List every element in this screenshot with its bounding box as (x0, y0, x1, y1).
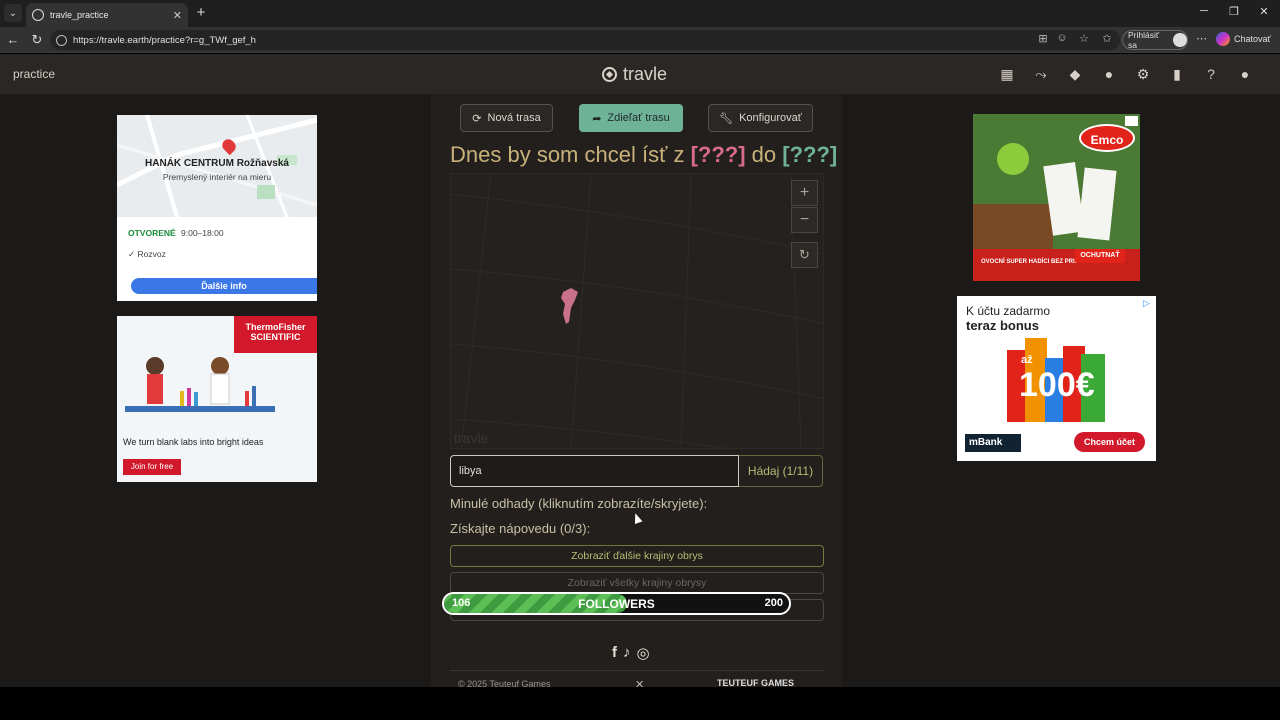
hints-title: Získajte nápovedu (0/3): (450, 521, 591, 536)
gear-icon[interactable]: ⚙ (1135, 66, 1151, 82)
tiktok-icon[interactable]: ♪ (623, 644, 631, 662)
route-map[interactable]: + − ↻ travle (450, 173, 824, 449)
compass-favicon-icon (32, 9, 44, 21)
signin-label: Prihlásiť sa (1128, 30, 1160, 50)
browser-tab-bar: ⌄ travle_practice ✕ + ─ ❐ ✕ (0, 0, 1280, 27)
close-window-icon[interactable]: ✕ (1256, 5, 1272, 18)
refresh-icon: ⟳ (472, 112, 482, 125)
ad-tagline: We turn blank labs into bright ideas (123, 437, 264, 447)
ad-emco-logo: Emco (1079, 124, 1135, 152)
copilot-icon (1216, 32, 1230, 46)
ad-thermofisher[interactable]: ThermoFisher SCIENTIFIC We turn blank la… (117, 316, 317, 482)
calendar-icon[interactable]: ▦ (999, 66, 1015, 82)
past-guesses-toggle[interactable]: Minulé odhady (kliknutím zobrazíte/skryj… (450, 496, 707, 511)
share-arrow-icon: ➦ (592, 112, 602, 125)
tab-list-button[interactable]: ⌄ (4, 4, 22, 22)
ad-lab-illustration (125, 357, 275, 412)
map-watermark: travle (454, 430, 489, 446)
headline-middle: do (751, 142, 777, 167)
social-links: f ♪ ◎ (612, 644, 650, 662)
ad-mbank-cta[interactable]: Chcem účet (1074, 432, 1145, 452)
configure-label: Konfigurovať (739, 112, 802, 124)
destination-country-placeholder: [???] (782, 142, 838, 167)
signin-button[interactable]: Prihlásiť sa (1122, 30, 1188, 50)
zoom-in-button[interactable]: + (791, 180, 818, 206)
close-tab-icon[interactable]: ✕ (173, 9, 182, 22)
ad-mbank-amount: 100€ (1019, 366, 1095, 404)
guess-input[interactable]: libya (450, 455, 739, 487)
copilot-button[interactable]: Chatovať (1216, 32, 1271, 46)
ad-hanak-centrum[interactable]: HANÁK CENTRUM Rožňavská Premyslený inter… (117, 115, 317, 301)
instagram-icon[interactable]: ◎ (637, 644, 650, 662)
ad-delivery-feature: ✓ Rozvoz (128, 249, 166, 259)
address-bar: ← ↻ https://travle.earth/practice?r=g_TW… (0, 27, 1280, 53)
ad-more-info-button[interactable]: Ďalšie info (131, 278, 317, 294)
maximize-icon[interactable]: ❐ (1226, 5, 1242, 18)
user-icon[interactable]: ● (1237, 66, 1253, 82)
ad-info-icon[interactable]: ▷ (1143, 298, 1155, 308)
origin-country-placeholder: [???] (690, 142, 746, 167)
minimize-icon[interactable]: ─ (1196, 5, 1212, 17)
gamepad-icon[interactable]: ● (1101, 66, 1117, 82)
followers-label: FOLLOWERS (578, 597, 655, 611)
browser-tab[interactable]: travle_practice ✕ (26, 3, 188, 27)
zoom-out-button[interactable]: − (791, 207, 818, 233)
graduation-cap-icon[interactable]: ◆ (1067, 66, 1083, 82)
reader-icon[interactable]: ☺ (1055, 32, 1069, 44)
followers-goal: 200 (764, 597, 783, 609)
ad-mbank-logo: mBank (965, 434, 1021, 452)
reset-map-button[interactable]: ↻ (791, 242, 818, 268)
ad-business-name: HANÁK CENTRUM Rožňavská (145, 158, 289, 169)
ad-emco-cta[interactable]: OCHUTNAŤ (1075, 249, 1125, 263)
url-field[interactable]: https://travle.earth/practice?r=g_TWf_ge… (50, 30, 1120, 50)
ad-info-icon[interactable] (1125, 116, 1138, 126)
more-options-icon[interactable]: ⋯ (1196, 32, 1207, 45)
profile-avatar-icon (1173, 33, 1187, 47)
bar-chart-icon[interactable]: ▮ (1169, 66, 1185, 82)
new-route-button[interactable]: ⟳ Nová trasa (460, 104, 553, 132)
compass-icon (602, 67, 617, 82)
facebook-icon[interactable]: f (612, 644, 617, 662)
configure-button[interactable]: 🔧︎ Konfigurovať (708, 104, 813, 132)
route-icon[interactable]: ⤳ (1033, 66, 1049, 82)
headline-prefix: Dnes by som chcel ísť z (450, 142, 685, 167)
back-icon[interactable]: ← (5, 32, 21, 47)
taskbar (0, 687, 1280, 720)
reload-icon[interactable]: ↻ (29, 32, 45, 48)
country-outline-shape (561, 288, 578, 324)
wrench-icon: 🔧︎ (719, 112, 734, 125)
site-info-icon[interactable] (56, 34, 67, 46)
ad-business-subtitle: Premyslený interiér na mieru (162, 172, 272, 182)
ad-emco[interactable]: Emco OVOCNÍ SUPER HADÍCI BEZ PRIDANÉHO C… (973, 114, 1140, 281)
url-text: https://travle.earth/practice?r=g_TWf_ge… (73, 34, 256, 46)
ad-open-status: OTVORENÉ (128, 228, 176, 238)
share-route-button[interactable]: ➦ Zdieľať trasu (579, 104, 683, 132)
ad-hours: 9:00–18:00 (181, 228, 224, 238)
share-route-label: Zdieľať trasu (607, 112, 670, 124)
followers-progress[interactable]: 106 FOLLOWERS 200 (442, 592, 791, 615)
copilot-label: Chatovať (1234, 34, 1271, 44)
favorite-star-icon[interactable]: ☆ (1077, 32, 1091, 45)
page-title: Dnes by som chcel ísť z [???] do [???] (450, 142, 837, 168)
footer-divider (450, 670, 824, 671)
site-logo[interactable]: travle (602, 64, 667, 85)
practice-label: practice (13, 67, 56, 81)
ad-join-button[interactable]: Join for free (123, 459, 181, 475)
ad-mbank[interactable]: K účtu zadarmo teraz bonus až 100€ mBank… (957, 296, 1156, 461)
ad-mbank-line2: teraz bonus (966, 318, 1039, 333)
tab-title: travle_practice (50, 10, 109, 20)
show-all-outlines-button[interactable]: Zobraziť všetky krajiny obrysy (450, 572, 824, 594)
show-more-outlines-button[interactable]: Zobraziť ďalšie krajiny obrys (450, 545, 824, 567)
guess-button[interactable]: Hádaj (1/11) (739, 455, 823, 487)
site-header: practice travle ▦ ⤳ ◆ ● ⚙ ▮ ? ● (0, 54, 1280, 94)
question-icon[interactable]: ? (1203, 66, 1219, 82)
map-graticule (451, 174, 823, 448)
ad-mbank-prefix: až (1021, 354, 1033, 366)
logo-text: travle (623, 64, 668, 84)
new-tab-button[interactable]: + (193, 4, 209, 22)
app-available-icon[interactable]: ⊞ (1036, 32, 1050, 45)
ad-mbank-line1: K účtu zadarmo (966, 304, 1051, 318)
new-route-label: Nová trasa (487, 112, 541, 124)
favorites-list-icon[interactable]: ✩ (1100, 32, 1114, 45)
